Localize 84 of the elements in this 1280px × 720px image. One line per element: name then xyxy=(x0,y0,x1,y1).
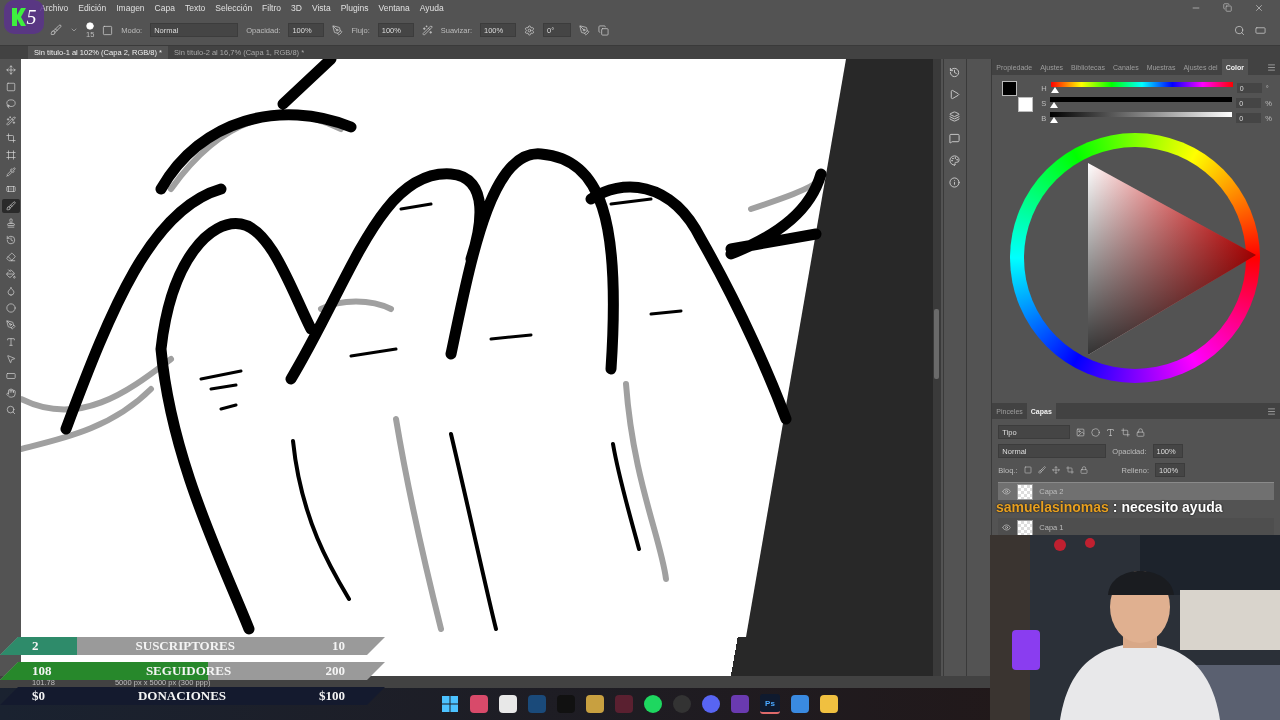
pointer-icon xyxy=(5,354,16,364)
goal-current: 108 xyxy=(32,663,52,679)
layer-thumbnail xyxy=(1017,519,1034,536)
hand-icon xyxy=(5,388,16,398)
crop-icon[interactable] xyxy=(1121,427,1131,437)
bandage-icon xyxy=(5,184,16,194)
brush-icon[interactable] xyxy=(50,24,62,36)
goal-target: $100 xyxy=(319,688,345,704)
app-icon[interactable] xyxy=(644,695,662,713)
color-slider[interactable] xyxy=(1050,112,1233,124)
logo-number: 5 xyxy=(26,5,37,29)
menu-item[interactable]: Plugins xyxy=(340,2,369,13)
crop-icon[interactable] xyxy=(1065,466,1074,474)
goal-target: 200 xyxy=(325,663,345,679)
menu-item[interactable]: Ayuda xyxy=(419,2,444,13)
chat-username: samuelasinomas xyxy=(996,499,1109,515)
slider-thumb[interactable] xyxy=(1050,117,1059,123)
workspace-icon[interactable] xyxy=(1255,24,1266,36)
menu-item[interactable]: Vista xyxy=(311,2,331,13)
foreground-swatch[interactable] xyxy=(1002,81,1018,96)
pen-icon[interactable] xyxy=(332,24,344,36)
chat-message: : necesito ayuda xyxy=(1112,499,1223,515)
eyedropper-icon xyxy=(5,167,16,177)
menu-icon[interactable] xyxy=(1267,406,1276,416)
goal-label: DONACIONES xyxy=(137,688,227,704)
droplet-icon xyxy=(5,286,16,296)
circle-icon xyxy=(5,303,16,313)
goal-current: $0 xyxy=(32,688,45,704)
brush-tip-icon[interactable] xyxy=(86,21,95,30)
menu-item[interactable]: 3D xyxy=(291,2,302,13)
move-icon xyxy=(5,65,16,75)
scrollbar-thumb[interactable] xyxy=(934,309,940,379)
lock-icon[interactable] xyxy=(1079,466,1088,474)
wand-icon[interactable] xyxy=(421,24,433,36)
stamp-icon xyxy=(5,218,16,228)
chevron-icon xyxy=(70,26,78,34)
close-icon[interactable] xyxy=(1254,2,1264,13)
menu-item[interactable]: Edición xyxy=(78,2,107,13)
app-icon[interactable] xyxy=(586,695,604,713)
brush-icon[interactable] xyxy=(1037,466,1046,474)
menu-item[interactable]: Archivo xyxy=(40,2,69,13)
circle-icon[interactable] xyxy=(1091,427,1101,437)
text-icon[interactable] xyxy=(1106,427,1116,437)
zoom-icon xyxy=(5,405,16,415)
start-icon[interactable] xyxy=(441,695,459,713)
brush-icon xyxy=(5,201,16,211)
menu-item[interactable]: Imagen xyxy=(116,2,145,13)
pen-icon[interactable] xyxy=(579,24,590,36)
k-icon xyxy=(11,8,26,26)
eye-icon[interactable] xyxy=(1002,523,1012,532)
lasso-icon xyxy=(5,99,16,109)
taskbar-button[interactable]: Ps xyxy=(760,694,780,714)
menu-icon[interactable] xyxy=(1267,62,1276,72)
goal-label: SUSCRIPTORES xyxy=(135,638,235,654)
eye-icon[interactable] xyxy=(1002,487,1012,496)
square-icon xyxy=(5,82,16,92)
menu-item[interactable]: Capa xyxy=(154,2,175,13)
restore-icon[interactable] xyxy=(1223,3,1232,12)
frame-icon xyxy=(5,150,16,160)
bucket-icon xyxy=(5,269,16,279)
pen-icon xyxy=(5,320,16,330)
eraser-icon xyxy=(5,252,16,262)
goal-target: 10 xyxy=(332,638,345,654)
crop-icon xyxy=(5,133,16,143)
layer-thumbnail xyxy=(1017,483,1034,500)
app-icon[interactable] xyxy=(499,695,517,713)
rectangle-icon xyxy=(5,371,16,381)
menu-item[interactable]: Ventana xyxy=(378,2,410,13)
goal-current: 2 xyxy=(32,638,39,654)
menu-item[interactable]: Filtro xyxy=(262,2,281,13)
lock-icon[interactable] xyxy=(1136,427,1146,437)
folder-icon[interactable] xyxy=(820,695,838,713)
text-icon xyxy=(5,337,16,347)
menu-item[interactable]: Selección xyxy=(215,2,253,13)
menu-item[interactable]: Texto xyxy=(184,2,206,13)
image-icon[interactable] xyxy=(1076,427,1086,437)
move-icon[interactable] xyxy=(1051,466,1060,474)
settings-icon[interactable] xyxy=(524,24,535,36)
history-icon xyxy=(5,235,16,245)
wand-icon xyxy=(5,116,16,126)
search-icon[interactable] xyxy=(1234,24,1245,36)
app-icon[interactable] xyxy=(702,695,720,713)
background-swatch[interactable] xyxy=(1018,97,1034,112)
tool-button[interactable] xyxy=(1,199,20,213)
